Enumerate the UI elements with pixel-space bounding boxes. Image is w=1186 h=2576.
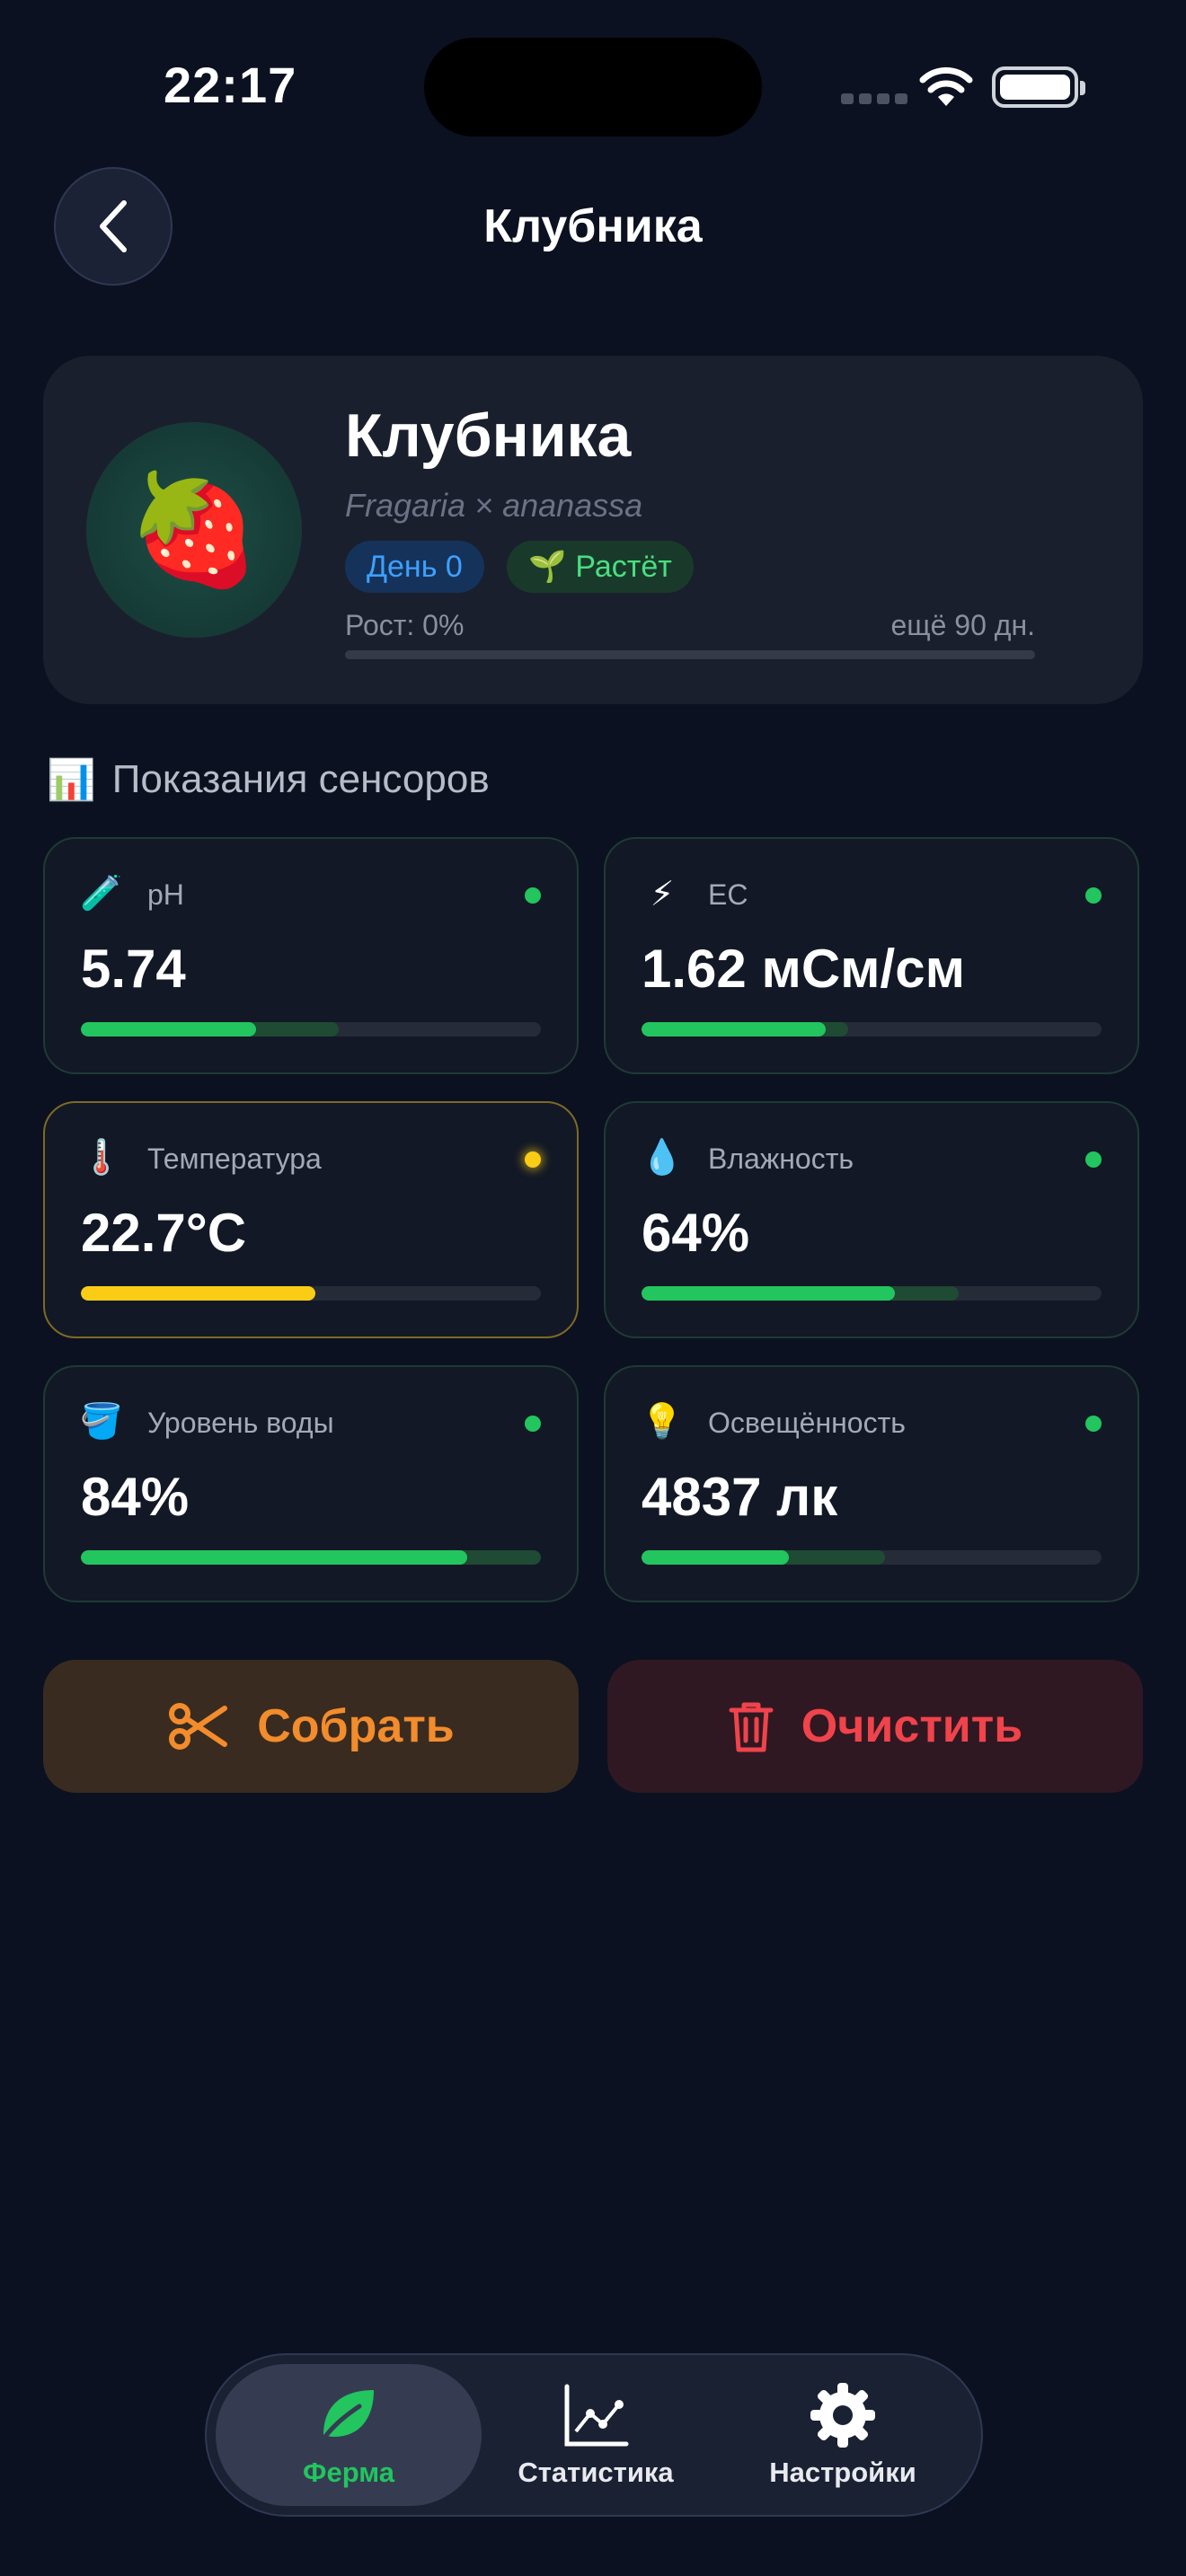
sensor-label: Уровень воды	[147, 1407, 334, 1439]
sensor-value: 64%	[642, 1203, 750, 1263]
sensor-level-bar	[81, 1022, 541, 1037]
growth-progress-bar	[345, 650, 1035, 659]
sensor-status-dot	[1085, 1416, 1102, 1432]
sensor-label: EC	[708, 878, 748, 911]
status-time: 22:17	[164, 57, 297, 113]
tab-settings-label: Настройки	[769, 2457, 916, 2488]
dynamic-island	[424, 38, 762, 137]
sensor-level-bar	[81, 1550, 541, 1565]
sensor-card-temperature[interactable]: 🌡️ Температура 22.7°C	[43, 1101, 579, 1338]
sensor-status-dot	[525, 1416, 541, 1432]
plant-avatar: 🍓	[86, 422, 302, 638]
trash-icon	[729, 1702, 774, 1752]
sensors-section-label: Показания сенсоров	[111, 757, 490, 801]
sensor-level-bar	[642, 1022, 1102, 1037]
harvest-button[interactable]: Собрать	[43, 1660, 579, 1793]
screen: 22:17 Клубника 🍓 Клубника Fragaria × ana…	[0, 0, 1186, 2576]
sensor-level-bar	[642, 1286, 1102, 1301]
sensor-card-water-level[interactable]: 🪣 Уровень воды 84%	[43, 1365, 579, 1602]
sensor-status-dot	[1085, 887, 1102, 904]
tab-statistics[interactable]: Статистика	[463, 2364, 729, 2506]
tab-statistics-label: Статистика	[518, 2457, 674, 2488]
battery-icon	[992, 66, 1085, 108]
tab-farm[interactable]: Ферма	[216, 2364, 482, 2506]
day-badge: День 0	[345, 541, 484, 593]
clear-button[interactable]: Очистить	[607, 1660, 1143, 1793]
chart-icon	[564, 2384, 629, 2447]
sensor-level-bar	[81, 1286, 541, 1301]
sensor-status-dot	[525, 887, 541, 904]
sensor-level-fill	[642, 1286, 895, 1301]
bucket-icon: 🪣	[80, 1403, 123, 1441]
harvest-button-label: Собрать	[257, 1700, 455, 1752]
sensor-level-bar	[642, 1550, 1102, 1565]
plant-card: 🍓 Клубника Fragaria × ananassa День 0 🌱 …	[43, 356, 1143, 704]
seedling-icon: 🌱	[528, 550, 567, 584]
lightning-icon: ⚡	[650, 875, 675, 913]
sensor-card-humidity[interactable]: 💧 Влажность 64%	[604, 1101, 1139, 1338]
growth-remaining: ещё 90 дн.	[890, 609, 1035, 641]
tab-bar: Ферма Статистика Настройки	[205, 2353, 983, 2517]
scissors-icon	[169, 1703, 228, 1750]
sensor-value: 1.62 мСм/см	[642, 939, 965, 999]
sensor-value: 84%	[81, 1467, 190, 1527]
sensor-value: 5.74	[81, 939, 186, 999]
sensor-level-fill	[81, 1286, 316, 1301]
sensors-section-title: 📊 Показания сенсоров	[47, 756, 490, 803]
page-title: Клубника	[483, 200, 703, 252]
cellular-signal-icon	[841, 93, 907, 104]
sensor-value: 22.7°C	[81, 1203, 247, 1263]
sensor-card-ph[interactable]: 🧪 pH 5.74	[43, 837, 579, 1074]
tab-farm-label: Ферма	[303, 2457, 394, 2488]
sensor-label: pH	[147, 878, 184, 911]
sensor-status-dot	[1085, 1151, 1102, 1168]
growth-label: Рост: 0%	[345, 609, 465, 641]
sensor-level-fill	[642, 1550, 789, 1565]
plant-name: Клубника	[345, 401, 632, 470]
sensor-label: Влажность	[708, 1142, 854, 1175]
strawberry-icon: 🍓	[127, 470, 261, 590]
status-badge: 🌱 Растёт	[507, 541, 694, 593]
tab-settings[interactable]: Настройки	[710, 2364, 976, 2506]
leaf-icon	[317, 2390, 374, 2447]
plant-latin-name: Fragaria × ananassa	[345, 487, 643, 524]
clear-button-label: Очистить	[801, 1700, 1023, 1752]
test-tube-icon: 🧪	[80, 875, 123, 913]
droplet-icon: 💧	[641, 1139, 684, 1177]
sensor-card-illuminance[interactable]: 💡 Освещённость 4837 лк	[604, 1365, 1139, 1602]
gear-icon	[810, 2383, 875, 2448]
thermometer-icon: 🌡️	[80, 1139, 123, 1177]
status-badge-label: Растёт	[575, 549, 672, 584]
sensor-level-fill	[81, 1022, 256, 1037]
sensor-label: Освещённость	[708, 1407, 906, 1439]
sensor-level-fill	[642, 1022, 826, 1037]
sensor-card-ec[interactable]: ⚡ EC 1.62 мСм/см	[604, 837, 1139, 1074]
sensor-value: 4837 лк	[642, 1467, 838, 1527]
light-bulb-icon: 💡	[641, 1403, 684, 1441]
sensor-label: Температура	[147, 1142, 322, 1175]
wifi-icon	[919, 66, 973, 106]
sensor-status-dot	[525, 1151, 541, 1168]
sensor-level-fill	[81, 1550, 468, 1565]
bar-chart-icon: 📊	[47, 758, 96, 802]
